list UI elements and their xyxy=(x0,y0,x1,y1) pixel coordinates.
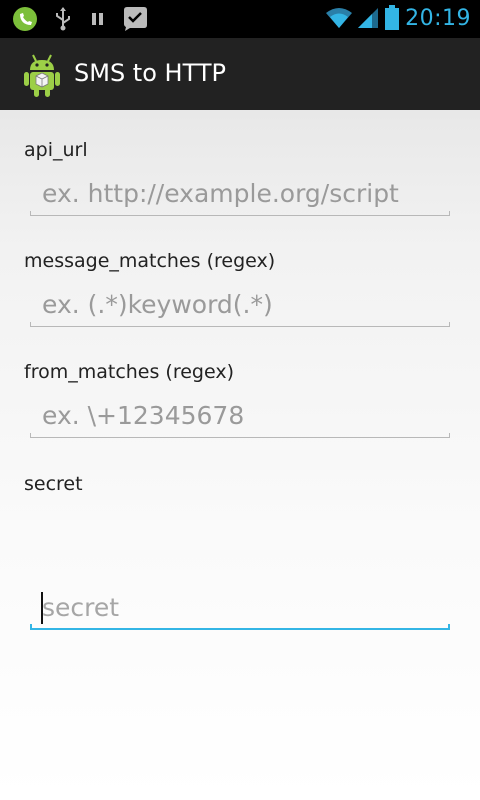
message-matches-placeholder: ex. (.*)keyword(.*) xyxy=(42,290,273,319)
input-underline xyxy=(30,326,450,327)
from-matches-input[interactable]: ex. \+12345678 xyxy=(30,396,450,438)
input-underline xyxy=(30,215,450,216)
input-tick-left xyxy=(30,624,32,630)
check-bubble-icon xyxy=(120,6,150,36)
input-underline xyxy=(30,437,450,438)
input-tick-left xyxy=(30,322,31,327)
app-title: SMS to HTTP xyxy=(74,59,226,87)
action-bar: SMS to HTTP xyxy=(0,38,480,111)
settings-form: api_url ex. http://example.org/script me… xyxy=(0,110,480,800)
pause-icon xyxy=(88,6,108,36)
input-tick-left xyxy=(30,211,31,216)
signal-icon xyxy=(356,6,380,34)
api-url-label: api_url xyxy=(24,139,88,161)
input-underline xyxy=(30,628,450,630)
android-app-icon[interactable] xyxy=(22,52,62,98)
from-matches-label: from_matches (regex) xyxy=(24,361,235,383)
secret-input[interactable]: secret xyxy=(30,588,450,630)
battery-icon xyxy=(384,5,400,35)
input-tick-right xyxy=(449,433,450,438)
status-bar: 20:19 xyxy=(0,0,480,38)
clock: 20:19 xyxy=(405,6,471,31)
secret-placeholder: secret xyxy=(42,593,120,622)
input-tick-right xyxy=(449,322,450,327)
phone-icon xyxy=(12,6,40,36)
from-matches-placeholder: ex. \+12345678 xyxy=(42,401,245,430)
secret-label: secret xyxy=(24,473,83,495)
input-tick-right xyxy=(448,624,450,630)
api-url-placeholder: ex. http://example.org/script xyxy=(42,179,399,208)
wifi-icon xyxy=(324,6,354,34)
api-url-input[interactable]: ex. http://example.org/script xyxy=(30,174,450,216)
input-tick-left xyxy=(30,433,31,438)
usb-icon xyxy=(52,6,74,36)
message-matches-input[interactable]: ex. (.*)keyword(.*) xyxy=(30,285,450,327)
message-matches-label: message_matches (regex) xyxy=(24,250,276,272)
input-tick-right xyxy=(449,211,450,216)
